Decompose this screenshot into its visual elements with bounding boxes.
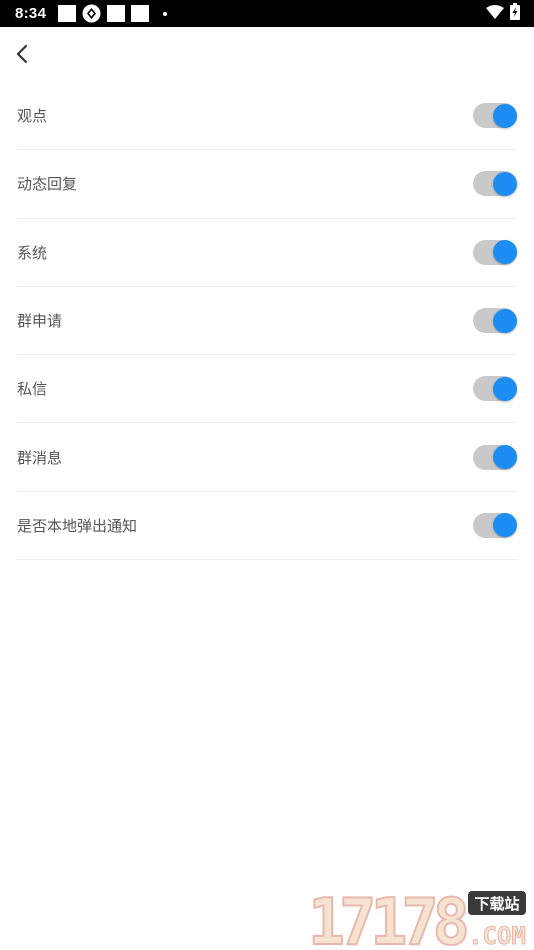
battery-charging-icon [510,3,520,24]
system-toggle[interactable] [473,239,517,265]
notification-settings-page: 8:34 观点 动态回复 系统 群申请 私信 群消息 是否本地弹出通知 1717… [0,0,534,950]
app-header [0,27,534,83]
toggle-thumb [493,171,517,196]
setting-label: 群消息 [17,448,63,467]
chevron-left-icon [16,44,28,64]
settings-list: 观点 动态回复 系统 群申请 私信 群消息 是否本地弹出通知 [17,82,517,561]
watermark-tag: 下载站 [474,895,519,913]
notification-icon [131,5,150,22]
toggle-thumb [493,445,517,470]
wifi-icon [486,4,504,23]
setting-label: 观点 [17,107,48,126]
watermark-domain: .COM [468,922,526,948]
setting-label: 私信 [17,380,48,399]
toggle-thumb [493,308,517,333]
setting-row-group-message: 群消息 [17,423,517,492]
private-message-toggle[interactable] [473,376,517,402]
sync-icon [82,4,101,23]
back-button[interactable] [8,39,36,69]
setting-row-dynamic-reply: 动态回复 [17,150,517,219]
status-bar: 8:34 [0,0,534,27]
viewpoint-toggle[interactable] [473,103,517,129]
watermark-number: 17178 [308,886,466,948]
status-time: 8:34 [15,5,47,22]
toggle-thumb [493,103,517,128]
notification-icon [107,5,126,22]
setting-label: 系统 [17,243,48,262]
setting-label: 是否本地弹出通知 [17,516,138,535]
notification-icon [58,5,77,22]
more-notifications-icon [163,11,168,16]
setting-row-viewpoint: 观点 [17,82,517,151]
setting-label: 动态回复 [17,175,78,194]
group-message-toggle[interactable] [473,444,517,470]
setting-row-group-request: 群申请 [17,287,517,356]
group-request-toggle[interactable] [473,308,517,334]
local-popup-toggle[interactable] [473,512,517,538]
toggle-thumb [493,376,517,401]
setting-row-private-message: 私信 [17,355,517,424]
setting-row-local-popup: 是否本地弹出通知 [17,492,517,561]
setting-label: 群申请 [17,312,63,331]
status-icons [486,3,520,24]
watermark-logo: 17178 下载站 .COM [307,886,526,948]
setting-row-system: 系统 [17,219,517,287]
dynamic-reply-toggle[interactable] [473,171,517,197]
